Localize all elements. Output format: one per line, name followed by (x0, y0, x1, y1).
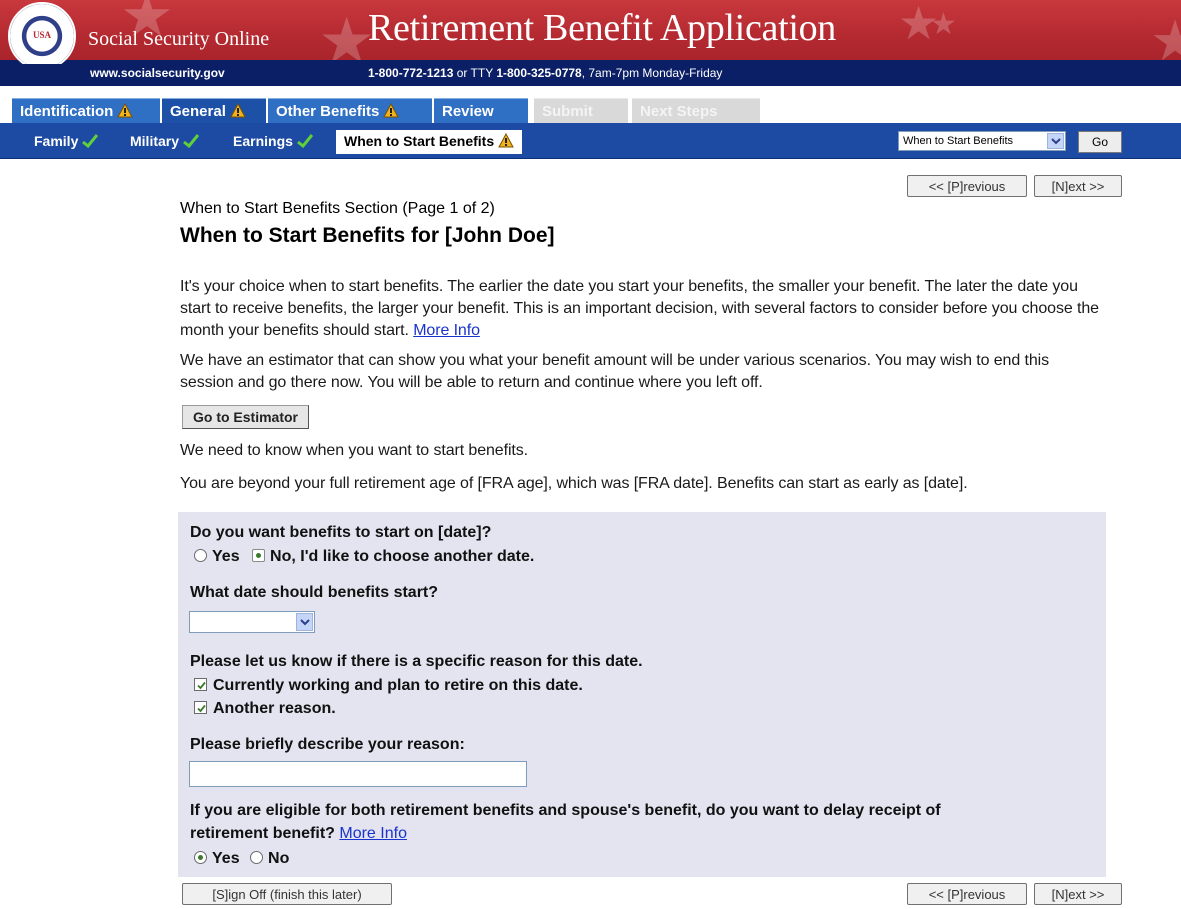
radio-no[interactable] (250, 851, 264, 864)
fra-text: You are beyond your full retirement age … (180, 475, 968, 492)
subnav-item-family[interactable]: Family (34, 133, 99, 149)
contact-bar: www.socialsecurity.gov 1-800-772-1213 or… (0, 60, 1181, 86)
previous-button-bottom[interactable]: << [P]revious (907, 883, 1027, 905)
header-banner: ★ ★ ★ ★ ★ USA Social Security Online Ret… (0, 0, 1181, 64)
warning-icon (498, 133, 514, 148)
contact-phone: 1-800-772-1213 or TTY 1-800-325-0778, 7a… (368, 66, 723, 80)
section-label: When to Start Benefits Section (Page 1 o… (180, 200, 495, 217)
reason-option-another[interactable]: Another reason. (194, 700, 336, 718)
tab-review[interactable]: Review (434, 98, 528, 123)
benefit-date-select[interactable] (189, 611, 315, 633)
questions-panel: Do you want benefits to start on [date]?… (178, 512, 1106, 877)
need-to-know-text: We need to know when you want to start b… (180, 442, 528, 459)
q1-options: Yes No, I'd like to choose another date. (194, 548, 534, 566)
subnav-item-earnings[interactable]: Earnings (233, 133, 313, 149)
radio-no[interactable] (252, 549, 266, 562)
next-button-top[interactable]: [N]ext >> (1034, 175, 1122, 197)
section-select[interactable]: When to Start Benefits (898, 131, 1066, 151)
question-delay-retirement: If you are eligible for both retirement … (190, 802, 941, 819)
checkmark-icon (82, 134, 99, 148)
tab-general[interactable]: General (162, 98, 266, 123)
checkmark-icon (296, 134, 313, 148)
checkbox-working[interactable] (194, 678, 207, 691)
tab-other-benefits[interactable]: Other Benefits (268, 98, 432, 123)
estimator-paragraph: We have an estimator that can show you w… (180, 352, 1049, 391)
application-title: Retirement Benefit Application (368, 7, 836, 49)
warning-icon (117, 103, 134, 118)
ssa-seal-logo: USA (8, 2, 76, 64)
chevron-down-icon[interactable] (296, 613, 313, 631)
star-decoration: ★ (930, 7, 957, 42)
reason-description-input[interactable] (189, 761, 527, 787)
checkmark-icon (183, 134, 200, 148)
question-describe-reason: Please briefly describe your reason: (190, 736, 465, 753)
radio-yes[interactable] (194, 851, 207, 864)
q5-yes-option[interactable]: Yes (194, 850, 240, 867)
q1-no-option[interactable]: No, I'd like to choose another date. (252, 548, 534, 565)
star-decoration: ★ (1150, 9, 1181, 65)
sub-navigation: Family Military Earnings When to Start B… (0, 123, 1181, 159)
star-decoration: ★ (318, 5, 376, 64)
warning-icon (230, 103, 246, 118)
q1-yes-option[interactable]: Yes (194, 548, 240, 565)
subnav-item-when-to-start-benefits[interactable]: When to Start Benefits (336, 130, 523, 154)
warning-icon (383, 103, 400, 118)
radio-yes[interactable] (194, 549, 207, 562)
reason-option-working[interactable]: Currently working and plan to retire on … (194, 677, 583, 695)
more-info-link[interactable]: More Info (339, 825, 407, 842)
site-name: Social Security Online (88, 28, 270, 50)
tab-next-steps: Next Steps (632, 98, 760, 123)
q5-no-option[interactable]: No (250, 850, 289, 867)
chevron-down-icon[interactable] (1047, 133, 1064, 149)
tab-submit: Submit (534, 98, 628, 123)
subnav-item-military[interactable]: Military (130, 133, 200, 149)
q5-options: Yes No (194, 850, 289, 868)
previous-button-top[interactable]: << [P]revious (907, 175, 1027, 197)
question-reason: Please let us know if there is a specifi… (190, 653, 643, 670)
more-info-link[interactable]: More Info (413, 322, 480, 339)
question-benefit-date: What date should benefits start? (190, 584, 439, 601)
go-button[interactable]: Go (1078, 131, 1122, 153)
main-tabs: Identification General Other Benefits Re… (0, 98, 1181, 123)
page-title: When to Start Benefits for [John Doe] (180, 224, 555, 247)
go-to-estimator-button[interactable]: Go to Estimator (182, 405, 310, 429)
question-start-date: Do you want benefits to start on [date]? (190, 524, 492, 541)
next-button-bottom[interactable]: [N]ext >> (1034, 883, 1122, 905)
intro-paragraph: It's your choice when to start benefits.… (180, 278, 1099, 339)
sign-off-button[interactable]: [S]ign Off (finish this later) (182, 883, 392, 905)
tab-identification[interactable]: Identification (12, 98, 160, 123)
question-delay-retirement-line2: retirement benefit? More Info (190, 825, 407, 842)
site-url: www.socialsecurity.gov (90, 66, 225, 80)
checkbox-another-reason[interactable] (194, 701, 207, 714)
